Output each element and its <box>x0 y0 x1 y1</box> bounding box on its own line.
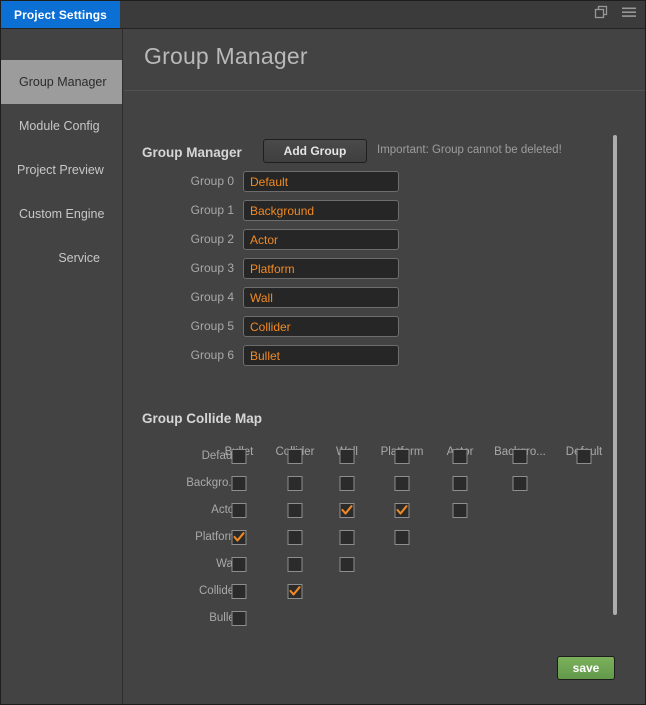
project-settings-window: Project Settings Group Manager Module Co… <box>0 0 646 705</box>
collide-row-header: Default <box>201 450 238 462</box>
restore-window-icon[interactable] <box>594 5 608 24</box>
group-index-label: Group 1 <box>190 203 234 217</box>
sidebar-item-module-config[interactable]: Module Config <box>1 104 122 148</box>
collide-checkbox[interactable] <box>287 530 303 545</box>
sidebar-item-label: Service <box>58 251 100 265</box>
sidebar-item-label: Module Config <box>19 119 100 133</box>
sidebar-item-service[interactable]: Service <box>1 236 122 280</box>
collide-checkbox[interactable] <box>339 449 355 464</box>
collide-checkbox[interactable] <box>512 449 528 464</box>
content-area: Group Manager Group Manager Add Group Im… <box>124 29 645 704</box>
titlebar-actions <box>594 1 637 28</box>
collide-checkbox[interactable] <box>231 584 247 599</box>
collide-checkbox[interactable] <box>452 503 468 518</box>
group-index-label: Group 6 <box>190 348 234 362</box>
group-delete-warning: Important: Group cannot be deleted! <box>377 144 562 156</box>
sidebar: Group Manager Module Config Project Prev… <box>1 29 123 704</box>
group-manager-section-title: Group Manager <box>142 145 242 160</box>
group-name-input[interactable] <box>243 258 399 279</box>
add-group-label: Add Group <box>283 144 347 158</box>
sidebar-item-label: Group Manager <box>19 75 107 89</box>
collide-row-header: Collider <box>199 585 238 597</box>
tab-project-settings[interactable]: Project Settings <box>1 1 120 28</box>
group-index-label: Group 3 <box>190 261 234 275</box>
collide-checkbox[interactable] <box>394 530 410 545</box>
collide-checkbox[interactable] <box>576 449 592 464</box>
group-index-label: Group 2 <box>190 232 234 246</box>
group-name-input[interactable] <box>243 171 399 192</box>
collide-checkbox[interactable] <box>287 449 303 464</box>
group-name-input[interactable] <box>243 287 399 308</box>
collide-checkbox[interactable] <box>231 476 247 491</box>
collide-checkbox[interactable] <box>339 557 355 572</box>
add-group-button[interactable]: Add Group <box>263 139 367 163</box>
collide-checkbox[interactable] <box>339 530 355 545</box>
save-button[interactable]: save <box>557 656 615 680</box>
group-name-input[interactable] <box>243 200 399 221</box>
collide-row-header: Actor <box>211 504 238 516</box>
vertical-scrollbar[interactable] <box>613 135 617 656</box>
collide-map-section-title: Group Collide Map <box>142 411 262 426</box>
collide-checkbox[interactable] <box>231 611 247 626</box>
collide-checkbox[interactable] <box>339 476 355 491</box>
group-index-label: Group 4 <box>190 290 234 304</box>
collide-row-header: Platform <box>195 531 238 543</box>
collide-checkbox-checked[interactable] <box>339 503 355 518</box>
collide-checkbox-checked[interactable] <box>394 503 410 518</box>
sidebar-item-label: Custom Engine <box>19 207 105 221</box>
collide-checkbox[interactable] <box>231 557 247 572</box>
hamburger-menu-icon[interactable] <box>621 5 637 24</box>
tab-label: Project Settings <box>14 7 107 22</box>
collide-checkbox-checked[interactable] <box>287 584 303 599</box>
collide-checkbox[interactable] <box>394 449 410 464</box>
collide-checkbox[interactable] <box>452 476 468 491</box>
collide-checkbox[interactable] <box>287 557 303 572</box>
group-name-input[interactable] <box>243 345 399 366</box>
collide-checkbox[interactable] <box>231 449 247 464</box>
group-name-input[interactable] <box>243 229 399 250</box>
collide-checkbox[interactable] <box>394 476 410 491</box>
collide-checkbox[interactable] <box>287 476 303 491</box>
collide-row-header: Backgro... <box>186 477 238 489</box>
scrollbar-thumb[interactable] <box>613 135 617 615</box>
collide-checkbox[interactable] <box>512 476 528 491</box>
collide-row-header: Wall <box>216 558 238 570</box>
group-index-label: Group 5 <box>190 319 234 333</box>
group-index-label: Group 0 <box>190 174 234 188</box>
group-name-input[interactable] <box>243 316 399 337</box>
sidebar-item-group-manager[interactable]: Group Manager <box>1 60 122 104</box>
collide-checkbox[interactable] <box>452 449 468 464</box>
sidebar-item-project-preview[interactable]: Project Preview <box>1 148 122 192</box>
save-label: save <box>572 661 600 675</box>
collide-checkbox[interactable] <box>287 503 303 518</box>
sidebar-item-custom-engine[interactable]: Custom Engine <box>1 192 122 236</box>
collide-row-header: Bullet <box>209 612 238 624</box>
sidebar-item-label: Project Preview <box>17 163 104 177</box>
page-title: Group Manager <box>144 43 308 69</box>
titlebar: Project Settings <box>1 1 645 29</box>
collide-checkbox-checked[interactable] <box>231 530 247 545</box>
settings-panel: Group Manager Add Group Important: Group… <box>124 91 645 704</box>
collide-checkbox[interactable] <box>231 503 247 518</box>
